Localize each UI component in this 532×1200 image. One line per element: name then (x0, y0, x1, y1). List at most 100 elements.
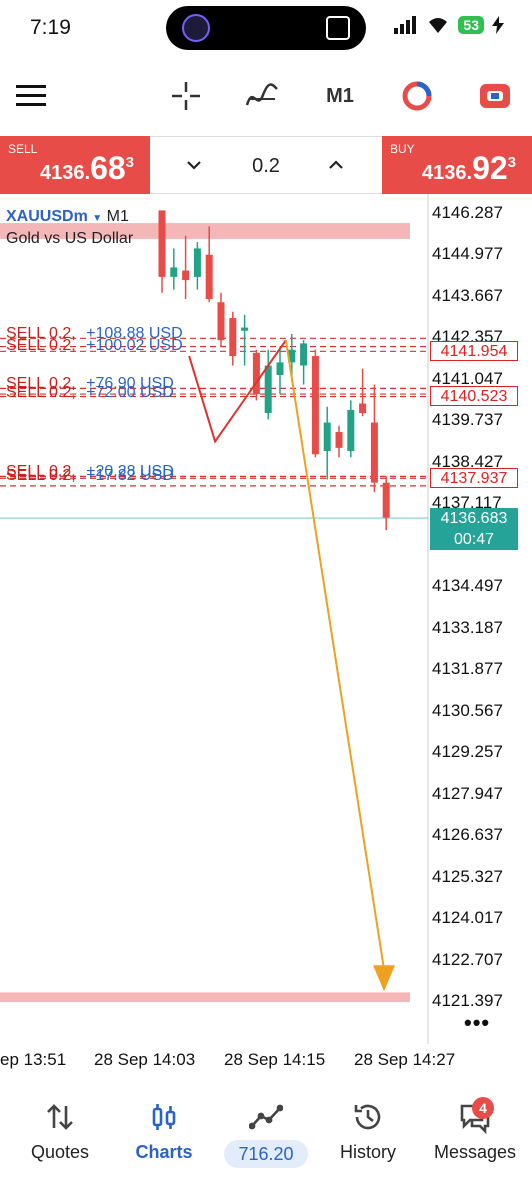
dropdown-arrow-icon: ▼ (92, 213, 103, 224)
price-axis-label: 4143.667 (432, 285, 503, 305)
position-profit: +100.02 USD (81, 336, 183, 354)
sell-label: SELL (8, 142, 38, 156)
orange-trendline (284, 340, 385, 970)
position-label[interactable]: SELL 0.2, +100.02 USD (6, 337, 183, 355)
position-label[interactable]: SELL 0.2, +17.82 USD (6, 467, 174, 485)
candle-body (382, 482, 390, 518)
candle-body (347, 409, 355, 452)
trade-icon (480, 84, 510, 108)
trade-trend-icon (249, 1104, 283, 1130)
time-axis: ep 13:51 28 Sep 14:03 28 Sep 14:15 28 Se… (0, 1046, 532, 1074)
timeframe-button[interactable]: M1 (320, 76, 360, 116)
price-chart[interactable]: XAUUSDm ▼ M1 Gold vs US Dollar 4146.287 4… (0, 194, 532, 1074)
candle-body (370, 422, 378, 483)
price-axis-label: 4127.947 (432, 783, 503, 803)
buy-price-sup: 3 (507, 153, 516, 171)
nav-quotes[interactable]: Quotes (10, 1090, 110, 1180)
one-click-trading-bar: SELL 4136.683 0.2 BUY 4136.923 (0, 136, 532, 194)
order-price-tag: 4141.954 (430, 341, 518, 362)
chart-toolbar: M1 (0, 64, 532, 128)
symbol-timeframe: M1 (106, 208, 129, 225)
time-label: 28 Sep 14:15 (224, 1050, 326, 1069)
price-axis-label: 4139.737 (432, 410, 503, 430)
candle-body (205, 254, 213, 300)
trade-button[interactable] (476, 76, 514, 116)
price-axis-label: 4125.327 (432, 866, 503, 886)
price-axis-label: 4146.287 (432, 203, 503, 222)
sell-price-sup: 3 (125, 153, 134, 171)
lot-size[interactable]: 0.2 (150, 155, 382, 178)
position-side: SELL 0.2, (6, 466, 76, 484)
bottom-navigation: Quotes Charts 716.20 History Messages 4 (0, 1090, 532, 1200)
current-price-tag: 4136.683 00:47 (430, 508, 518, 550)
hamburger-menu-icon (16, 85, 46, 106)
indicators-button[interactable] (244, 76, 280, 116)
candle-body (311, 356, 319, 455)
crosshair-button[interactable] (168, 76, 204, 116)
sell-price: 4136.683 (40, 150, 134, 187)
account-balance[interactable]: 716.20 (224, 1140, 308, 1168)
more-options-icon[interactable]: ••• (464, 1010, 490, 1036)
current-price: 4136.683 (440, 510, 508, 527)
sell-price-big: 68 (90, 150, 126, 186)
price-axis-label: 4129.257 (432, 742, 503, 762)
price-axis-label: 4133.187 (432, 617, 503, 637)
candle-body (300, 343, 308, 366)
candle-body (335, 432, 343, 448)
wifi-icon (429, 18, 448, 33)
symbol-description: Gold vs US Dollar (6, 230, 134, 247)
quotes-arrows-icon (47, 1104, 73, 1130)
price-axis-label: 4131.877 (432, 659, 503, 679)
candle-body (276, 362, 284, 376)
objects-ring-icon (402, 81, 432, 111)
chevron-up-icon[interactable] (326, 155, 346, 175)
order-price-tag: 4137.937 (430, 468, 518, 489)
price-axis-label: 4134.497 (432, 576, 503, 596)
time-label: ep 13:51 (0, 1050, 67, 1069)
candle-body (359, 403, 367, 414)
price-axis-label: 4126.637 (432, 825, 503, 845)
candle-body (241, 327, 249, 331)
position-side: SELL 0.2, (6, 383, 76, 401)
position-label[interactable]: SELL 0.2, +72.00 USD (6, 384, 174, 402)
bar-countdown: 00:47 (453, 531, 495, 548)
price-axis-label: 4124.017 (432, 908, 503, 928)
nav-messages-label: Messages (433, 1142, 517, 1162)
signal-icon (394, 16, 417, 34)
battery-level: 53 (458, 16, 484, 34)
charging-bolt-icon (492, 16, 504, 34)
objects-button[interactable] (398, 76, 436, 116)
candle-body (323, 422, 331, 452)
indicators-icon (245, 83, 278, 106)
candle-body (264, 365, 272, 414)
price-axis-label: 4144.977 (432, 244, 503, 264)
system-icons: 53 (394, 16, 504, 34)
chart-symbol[interactable]: XAUUSDm ▼ M1 (6, 208, 129, 226)
buy-price: 4136.923 (422, 150, 516, 187)
price-axis-label: 4121.397 (432, 991, 503, 1010)
sell-button[interactable]: SELL 4136.683 (0, 136, 150, 194)
timeframe-label: M1 (326, 84, 354, 107)
sell-price-main: 4136. (40, 162, 91, 184)
candle-body (182, 270, 190, 281)
buy-label: BUY (390, 142, 415, 156)
candle-body (252, 352, 260, 395)
crosshair-icon (172, 82, 200, 110)
candle-body (229, 318, 237, 357)
symbol-name: XAUUSDm (6, 208, 88, 225)
buy-price-big: 92 (472, 150, 508, 186)
trendline-arrowhead (373, 965, 395, 992)
candle-body (217, 302, 225, 341)
dynamic-island (166, 6, 366, 50)
nav-charts[interactable]: Charts (114, 1090, 214, 1180)
app-activity-icon (182, 14, 210, 42)
candle-body (158, 210, 166, 277)
time-label: 28 Sep 14:03 (94, 1050, 196, 1069)
screen-capture-icon (326, 16, 350, 40)
nav-history[interactable]: History (318, 1090, 418, 1180)
price-axis-label: 4122.707 (432, 949, 503, 969)
buy-button[interactable]: BUY 4136.923 (382, 136, 532, 194)
menu-button[interactable] (14, 76, 48, 116)
time-label: 28 Sep 14:27 (354, 1050, 456, 1069)
candle-body (170, 267, 178, 277)
